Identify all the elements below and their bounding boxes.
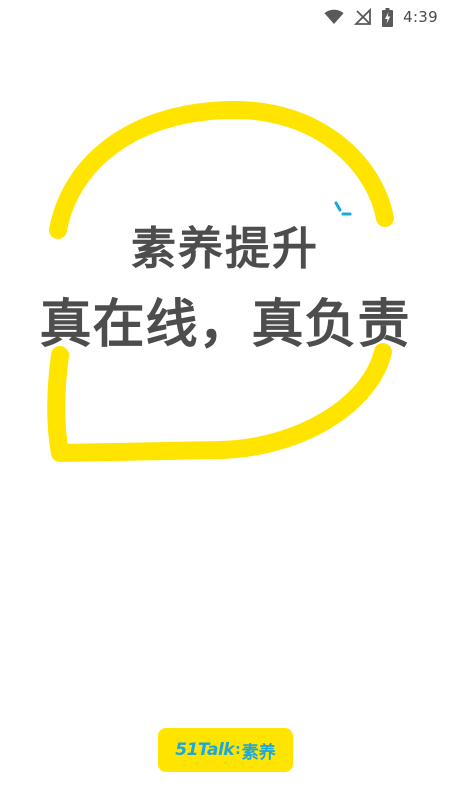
brand-separator: :	[235, 742, 241, 758]
brand-name-en: 51Talk	[175, 740, 235, 760]
speech-bubble-graphic	[47, 100, 394, 462]
brand-name-cn: 素养	[241, 742, 276, 763]
brand-logo-badge: 51Talk : 素养	[158, 728, 293, 772]
bubble-arc-bottom	[47, 343, 392, 462]
headline-line-1: 素养提升	[130, 222, 319, 275]
headline-line-2: 真在线，真负责	[39, 295, 411, 355]
